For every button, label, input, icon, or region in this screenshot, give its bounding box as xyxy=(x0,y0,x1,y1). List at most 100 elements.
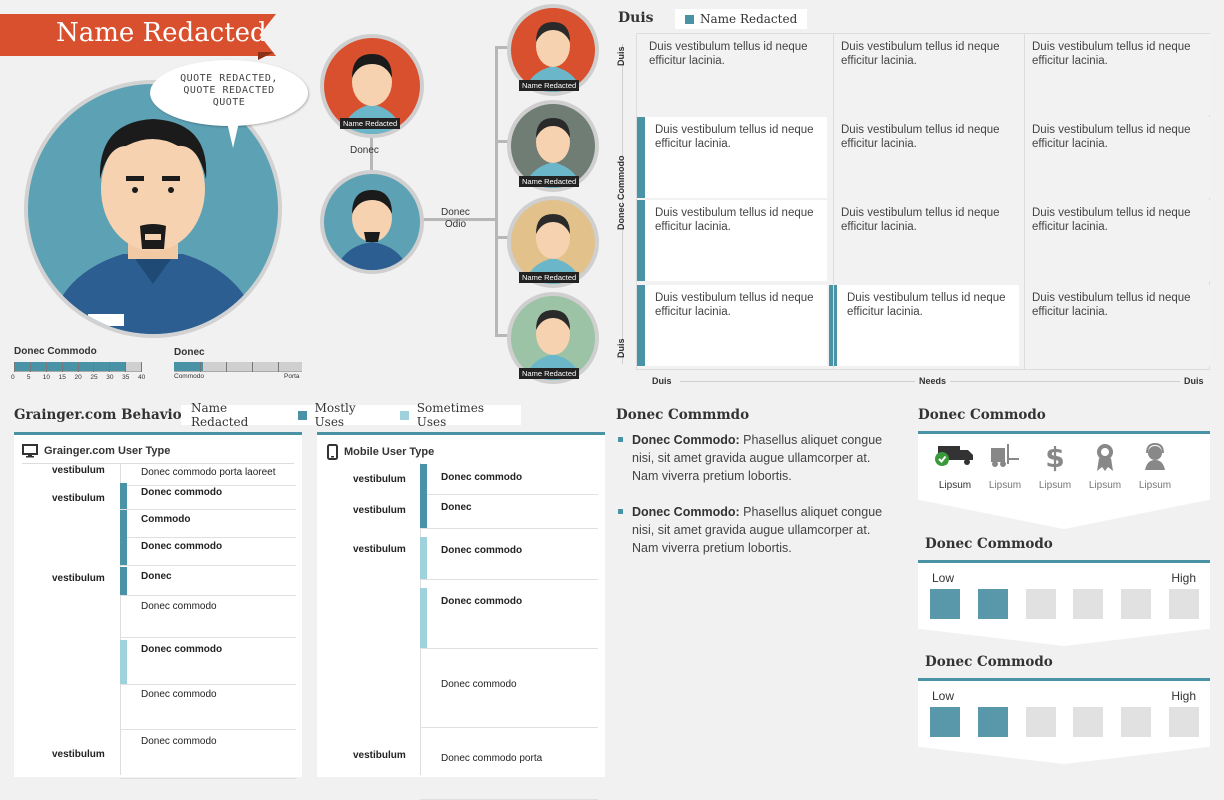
icon-label: Lipsum xyxy=(1088,480,1122,491)
mobile-row-divider xyxy=(420,648,598,649)
mobile-row-label: vestibulum xyxy=(353,750,406,761)
scale-a-panel: Low High xyxy=(918,560,1210,646)
matrix-legend-label: Name Redacted xyxy=(700,12,798,26)
scale1-tick-label: 5 xyxy=(26,374,31,381)
mobile-panel-title: Mobile User Type xyxy=(344,446,435,458)
web-row-item: Donec commodo porta laoreet xyxy=(141,467,276,478)
matrix-legend-swatch xyxy=(685,14,694,24)
bullet-marker-2 xyxy=(618,509,623,514)
commodo-bullet-1: Donec Commodo: Phasellus aliquet congue … xyxy=(632,431,897,485)
tree-branch-label-1: Donec xyxy=(441,207,470,218)
web-row-divider xyxy=(120,684,296,685)
tree-top-tag: Name Redacted xyxy=(340,118,401,129)
matrix-cell: Duis vestibulum tellus id neque efficitu… xyxy=(637,285,827,366)
web-row-item: Donec commodo xyxy=(141,487,223,498)
tree-mid-avatar xyxy=(320,170,424,274)
scale2-right-label: Porta xyxy=(284,373,300,380)
scale-box xyxy=(1169,589,1199,619)
matrix-grid: Duis vestibulum tellus id neque efficitu… xyxy=(636,33,1210,370)
matrix-cell-text: Duis vestibulum tellus id neque efficitu… xyxy=(1032,124,1191,150)
web-row-item: Commodo xyxy=(141,514,191,525)
scale-b-panel: Low High xyxy=(918,678,1210,764)
commodo-bullet-2-bold: Donec Commodo: xyxy=(632,505,740,519)
icon-label: Lipsum xyxy=(938,480,972,491)
web-row-label: vestibulum xyxy=(52,465,105,476)
scale-box xyxy=(930,707,960,737)
web-row-divider xyxy=(120,595,296,596)
sometimes-uses-swatch xyxy=(400,410,409,420)
scale-a-boxes xyxy=(930,589,1200,619)
scale-box xyxy=(977,707,1008,737)
web-row-label: vestibulum xyxy=(52,493,105,504)
desktop-monitor-icon xyxy=(22,444,38,458)
scale-box xyxy=(1025,589,1056,619)
web-row-divider xyxy=(120,509,296,510)
svg-text:$: $ xyxy=(1045,442,1064,472)
scale-box xyxy=(1121,707,1152,737)
mobile-panel-header: Mobile User Type xyxy=(327,444,434,460)
dollar-icon: $ xyxy=(1030,441,1080,477)
web-panel-divider xyxy=(22,463,294,464)
persona-name: Name Redacted xyxy=(56,18,267,48)
award-ribbon-icon xyxy=(1080,442,1130,477)
matrix-cell-text: Duis vestibulum tellus id neque efficitu… xyxy=(655,292,814,318)
mobile-row-item: Donec xyxy=(441,502,472,513)
scale-box xyxy=(1073,707,1104,737)
scale1-tick-labels: 0 5 10 15 20 25 30 35 40 xyxy=(11,374,145,384)
scale-b-title: Donec Commodo xyxy=(925,654,1053,670)
behavior-legend-sometimes: Sometimes Uses xyxy=(416,401,485,429)
web-row-divider xyxy=(120,485,296,486)
scale2-track xyxy=(174,362,302,372)
tree-connector-spine xyxy=(495,46,498,336)
usage-bar xyxy=(120,640,127,684)
matrix-cell-text: Duis vestibulum tellus id neque efficitu… xyxy=(841,124,1000,150)
behavior-title: Grainger.com Behavior xyxy=(14,407,189,423)
usage-bar xyxy=(120,567,127,595)
scale1-tick-label: 10 xyxy=(42,374,50,381)
tree-child-tag-2: Name Redacted xyxy=(519,176,580,187)
matrix-cell-text: Duis vestibulum tellus id neque efficitu… xyxy=(1032,41,1191,67)
mobile-row-item: Donec commodo xyxy=(441,679,517,690)
mobile-row-divider xyxy=(420,528,598,529)
usage-bar xyxy=(420,464,427,494)
mobile-row-divider xyxy=(420,494,598,495)
usage-bar xyxy=(120,510,127,537)
matrix-title: Duis xyxy=(618,10,654,26)
quote-bubble: QUOTE REDACTED, QUOTE REDACTED QUOTE xyxy=(150,60,308,126)
scale1-label: Donec Commodo xyxy=(14,346,97,357)
scale2-label: Donec xyxy=(174,347,205,358)
delivery-truck-icon xyxy=(930,442,980,473)
web-row-item: Donec commodo xyxy=(141,689,217,700)
matrix-cell: Duis vestibulum tellus id neque efficitu… xyxy=(637,117,827,198)
matrix-cell-text: Duis vestibulum tellus id neque efficitu… xyxy=(847,292,1006,318)
scale1-tick xyxy=(125,362,127,372)
usage-bar xyxy=(420,537,427,579)
matrix-cell-text: Duis vestibulum tellus id neque efficitu… xyxy=(1032,207,1191,233)
matrix-cell: Duis vestibulum tellus id neque efficitu… xyxy=(637,34,827,115)
mobile-row-divider xyxy=(420,579,598,580)
matrix-cell-text: Duis vestibulum tellus id neque efficitu… xyxy=(1032,292,1191,318)
mostly-uses-swatch xyxy=(298,410,307,420)
matrix-y-label-bottom: Duis xyxy=(616,338,626,358)
matrix-cell: Duis vestibulum tellus id neque efficitu… xyxy=(829,285,1019,366)
mobile-row-item: Donec commodo xyxy=(441,472,523,483)
tree-mid-label: Donec xyxy=(350,145,379,156)
name-banner: Name Redacted xyxy=(0,14,276,56)
tree-child-tag-4: Name Redacted xyxy=(519,368,580,379)
bullet-marker-1 xyxy=(618,437,623,442)
matrix-col-divider xyxy=(833,34,834,369)
banner-fold xyxy=(258,52,274,60)
web-row-item: Donec commodo xyxy=(141,601,217,612)
scale1-tick-label: 0 xyxy=(11,374,15,381)
scale-box xyxy=(977,589,1008,619)
commodo-bullet-2: Donec Commodo: Phasellus aliquet congue … xyxy=(632,503,897,557)
scale1-tick xyxy=(45,362,47,372)
matrix-cell-text: Duis vestibulum tellus id neque efficitu… xyxy=(841,207,1000,233)
web-row-item: Donec commodo xyxy=(141,736,217,747)
mobile-row-label: vestibulum xyxy=(353,505,406,516)
icons-title: Donec Commodo xyxy=(918,407,1046,423)
matrix-x-label-right: Duis xyxy=(1184,376,1204,386)
scale-box xyxy=(1073,589,1104,619)
tree-child-tag-3: Name Redacted xyxy=(519,272,580,283)
web-row-item: Donec commodo xyxy=(141,644,223,655)
